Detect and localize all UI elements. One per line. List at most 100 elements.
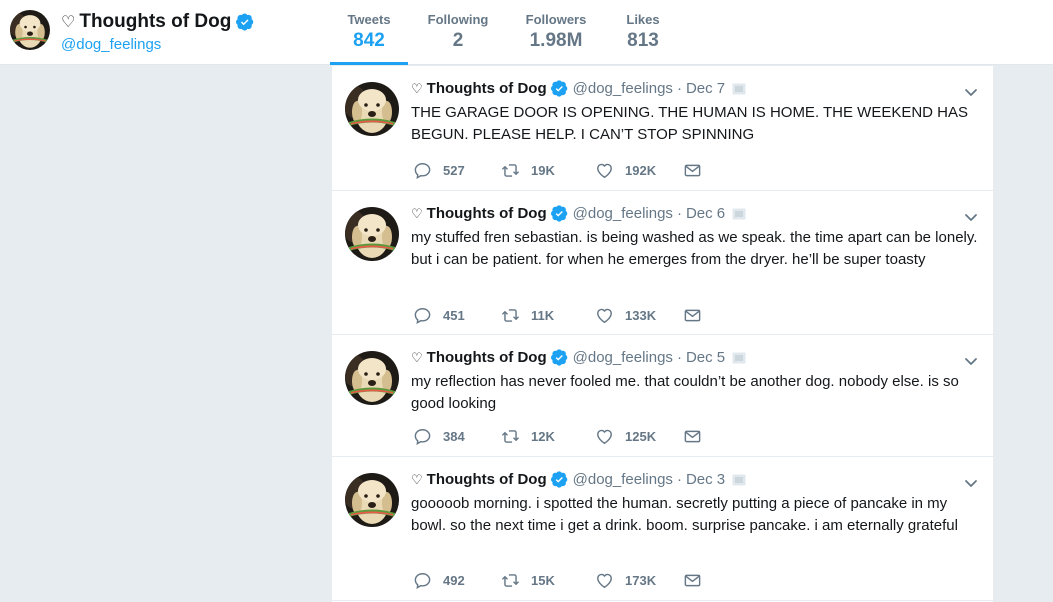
like-icon <box>595 571 614 590</box>
separator: · <box>676 80 682 97</box>
like-button[interactable]: 173K <box>595 571 683 590</box>
separator: · <box>676 205 682 222</box>
retweet-icon <box>501 306 520 325</box>
direct-message-button[interactable] <box>683 306 702 325</box>
stat-value: 1.98M <box>529 30 583 51</box>
direct-message-icon <box>683 571 702 590</box>
like-button[interactable]: 192K <box>595 161 683 180</box>
direct-message-icon <box>683 427 702 446</box>
tweet-author-name[interactable]: Thoughts of Dog <box>427 349 547 366</box>
tweet-date[interactable]: Dec 6 <box>686 205 725 222</box>
caret-down-icon[interactable] <box>963 475 979 491</box>
retweet-button[interactable]: 19K <box>501 161 595 180</box>
tweet-avatar[interactable] <box>345 82 399 136</box>
reply-button[interactable]: 492 <box>413 571 501 590</box>
profile-stats-nav: Tweets 842 Following 2 Followers 1.98M L… <box>330 0 675 65</box>
tweet-avatar[interactable] <box>345 351 399 405</box>
tweet-author-name[interactable]: Thoughts of Dog <box>427 205 547 222</box>
tweet-date[interactable]: Dec 5 <box>686 349 725 366</box>
reply-icon <box>413 306 432 325</box>
retweet-count: 19K <box>531 163 555 178</box>
tweet-actions: 384 12K 125K <box>413 427 702 446</box>
heart-icon: ♡ <box>411 80 423 96</box>
separator: · <box>676 349 682 366</box>
tweet-item[interactable]: ♡ Thoughts of Dog @dog_feelings · Dec 5 … <box>332 335 993 457</box>
reply-count: 451 <box>443 308 465 323</box>
direct-message-button[interactable] <box>683 571 702 590</box>
like-count: 173K <box>625 573 657 588</box>
stat-label: Likes <box>626 12 660 27</box>
heart-icon: ♡ <box>411 205 423 221</box>
stat-value: 2 <box>452 30 464 51</box>
tweet-source-icon <box>732 474 746 486</box>
retweet-button[interactable]: 12K <box>501 427 595 446</box>
tweet-author-name[interactable]: Thoughts of Dog <box>427 471 547 488</box>
stat-value: 813 <box>627 30 659 51</box>
heart-icon: ♡ <box>411 471 423 487</box>
heart-icon: ♡ <box>61 14 76 31</box>
stat-following[interactable]: Following 2 <box>410 0 506 65</box>
reply-button[interactable]: 384 <box>413 427 501 446</box>
like-icon <box>595 427 614 446</box>
verified-badge-icon <box>551 349 568 366</box>
tweet-timeline: ♡ Thoughts of Dog @dog_feelings · Dec 7 … <box>331 66 994 602</box>
heart-icon: ♡ <box>411 349 423 365</box>
tweet-item[interactable]: ♡ Thoughts of Dog @dog_feelings · Dec 7 … <box>332 66 993 191</box>
caret-down-icon[interactable] <box>963 353 979 369</box>
retweet-count: 11K <box>531 308 555 323</box>
profile-handle[interactable]: @dog_feelings <box>61 36 161 53</box>
tweet-actions: 527 19K 192K <box>413 161 702 180</box>
tweet-author-handle[interactable]: @dog_feelings <box>573 471 673 488</box>
tweet-text: my reflection has never fooled me. that … <box>411 373 959 412</box>
profile-avatar[interactable] <box>10 10 50 50</box>
like-button[interactable]: 133K <box>595 306 683 325</box>
tweet-source-icon <box>732 208 746 220</box>
like-button[interactable]: 125K <box>595 427 683 446</box>
stat-followers[interactable]: Followers 1.98M <box>506 0 606 65</box>
tweet-author-handle[interactable]: @dog_feelings <box>573 205 673 222</box>
retweet-button[interactable]: 15K <box>501 571 595 590</box>
verified-badge-icon <box>551 205 568 222</box>
verified-badge-icon <box>551 471 568 488</box>
tweet-source-icon <box>732 352 746 364</box>
tweet-text: gooooob morning. i spotted the human. se… <box>411 495 958 534</box>
tweet-text: my stuffed fren sebastian. is being wash… <box>411 229 978 268</box>
verified-badge-icon <box>236 13 254 31</box>
retweet-count: 15K <box>531 573 555 588</box>
tweet-avatar[interactable] <box>345 473 399 527</box>
tweet-header: ♡ Thoughts of Dog @dog_feelings · Dec 5 <box>411 349 746 366</box>
tweet-author-handle[interactable]: @dog_feelings <box>573 349 673 366</box>
tweet-author-name[interactable]: Thoughts of Dog <box>427 80 547 97</box>
tweet-date[interactable]: Dec 3 <box>686 471 725 488</box>
profile-header-bar: ♡ Thoughts of Dog @dog_feelings Tweets 8… <box>0 0 1053 65</box>
direct-message-icon <box>683 306 702 325</box>
reply-icon <box>413 161 432 180</box>
tweet-item[interactable]: ♡ Thoughts of Dog @dog_feelings · Dec 3 … <box>332 457 993 601</box>
verified-badge-icon <box>551 80 568 97</box>
caret-down-icon[interactable] <box>963 209 979 225</box>
direct-message-button[interactable] <box>683 161 702 180</box>
reply-button[interactable]: 451 <box>413 306 501 325</box>
tweet-source-icon <box>732 83 746 95</box>
reply-button[interactable]: 527 <box>413 161 501 180</box>
tweet-date[interactable]: Dec 7 <box>686 80 725 97</box>
stat-tweets[interactable]: Tweets 842 <box>330 0 408 65</box>
reply-icon <box>413 571 432 590</box>
stat-label: Followers <box>525 12 587 27</box>
profile-name-text: Thoughts of Dog <box>79 11 232 32</box>
like-icon <box>595 306 614 325</box>
stat-label: Following <box>427 12 489 27</box>
tweet-item[interactable]: ♡ Thoughts of Dog @dog_feelings · Dec 6 … <box>332 191 993 335</box>
tweet-header: ♡ Thoughts of Dog @dog_feelings · Dec 3 <box>411 471 746 488</box>
retweet-button[interactable]: 11K <box>501 306 595 325</box>
tweet-avatar[interactable] <box>345 207 399 261</box>
caret-down-icon[interactable] <box>963 84 979 100</box>
profile-name[interactable]: ♡ Thoughts of Dog <box>61 11 254 33</box>
stat-likes[interactable]: Likes 813 <box>611 0 675 65</box>
tweet-author-handle[interactable]: @dog_feelings <box>573 80 673 97</box>
tweet-actions: 451 11K 133K <box>413 306 702 325</box>
direct-message-button[interactable] <box>683 427 702 446</box>
stat-label: Tweets <box>347 12 391 27</box>
retweet-count: 12K <box>531 429 555 444</box>
like-count: 125K <box>625 429 657 444</box>
